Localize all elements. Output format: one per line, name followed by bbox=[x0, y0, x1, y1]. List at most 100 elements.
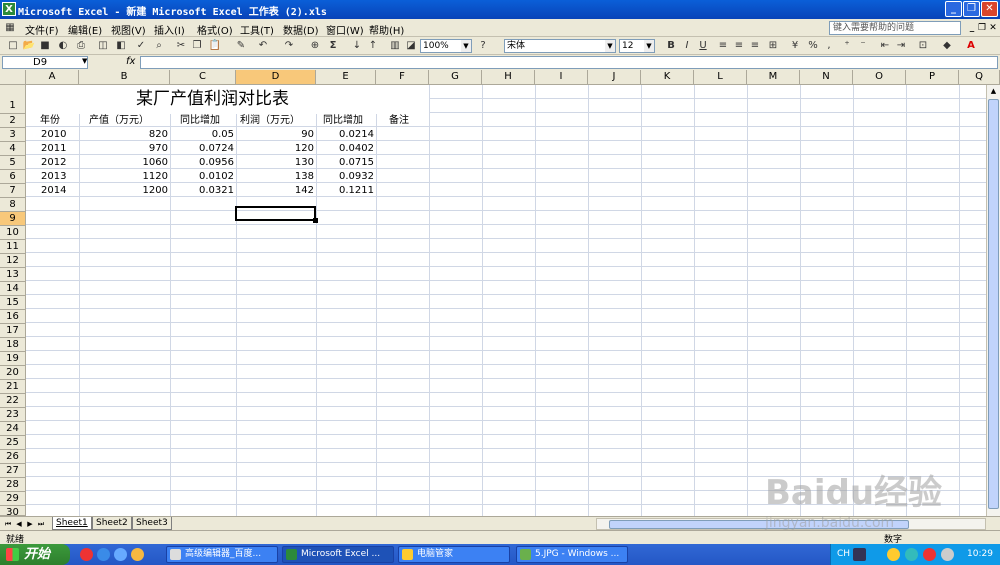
prev-sheet-icon[interactable]: ◀ bbox=[14, 519, 24, 529]
cell-output-growth[interactable]: 0.0321 bbox=[170, 184, 236, 198]
paste-icon[interactable]: 📋 bbox=[208, 39, 222, 53]
open-icon[interactable]: 📂 bbox=[22, 39, 36, 53]
tab-sheet3[interactable]: Sheet3 bbox=[132, 517, 172, 530]
font-select[interactable]: 宋体 ▼ bbox=[504, 39, 616, 53]
header-profit-growth[interactable]: 同比增加 bbox=[323, 114, 363, 128]
name-box[interactable]: D9 bbox=[2, 56, 88, 69]
print-icon[interactable]: ⎙ bbox=[74, 39, 88, 53]
menu-insert[interactable]: 插入(I) bbox=[154, 22, 185, 37]
cell-profit[interactable]: 120 bbox=[236, 142, 316, 156]
sort-desc-icon[interactable]: ↑ bbox=[366, 39, 380, 53]
col-header-i[interactable]: I bbox=[535, 70, 588, 85]
menu-window[interactable]: 窗口(W) bbox=[326, 22, 364, 37]
menu-format[interactable]: 格式(O) bbox=[197, 22, 233, 37]
cell-year[interactable]: 2014 bbox=[41, 184, 66, 198]
row-header-3[interactable]: 3 bbox=[0, 128, 26, 142]
copy-icon[interactable]: ❐ bbox=[190, 39, 204, 53]
menu-edit[interactable]: 编辑(E) bbox=[68, 22, 102, 37]
input-method-icon[interactable] bbox=[853, 548, 866, 561]
col-header-k[interactable]: K bbox=[641, 70, 694, 85]
header-notes[interactable]: 备注 bbox=[389, 114, 409, 128]
doc-restore-button[interactable]: ❐ bbox=[977, 21, 987, 34]
zoom-select[interactable]: 100% ▼ bbox=[420, 39, 472, 53]
network-icon[interactable] bbox=[905, 548, 918, 561]
cell-profit[interactable]: 130 bbox=[236, 156, 316, 170]
cell-output[interactable]: 1120 bbox=[79, 170, 170, 184]
cell-profit-growth[interactable]: 0.1211 bbox=[316, 184, 376, 198]
chart-wizard-icon[interactable]: ▥ bbox=[388, 39, 402, 53]
align-right-icon[interactable]: ≡ bbox=[748, 39, 762, 53]
start-button[interactable]: 开始 bbox=[0, 544, 70, 565]
next-sheet-icon[interactable]: ▶ bbox=[25, 519, 35, 529]
col-header-a[interactable]: A bbox=[26, 70, 79, 85]
font-size-select[interactable]: 12 ▼ bbox=[619, 39, 655, 53]
insert-function-icon[interactable]: fx bbox=[126, 56, 135, 67]
cell-profit-growth[interactable]: 0.0402 bbox=[316, 142, 376, 156]
doc-close-button[interactable]: ✕ bbox=[988, 21, 998, 34]
cell-year[interactable]: 2011 bbox=[41, 142, 66, 156]
task-editor[interactable]: 高级编辑器_百度... bbox=[166, 546, 278, 563]
tab-sheet1[interactable]: Sheet1 bbox=[52, 517, 92, 530]
percent-button[interactable]: % bbox=[806, 39, 820, 53]
autosum-icon[interactable]: Σ bbox=[326, 39, 340, 53]
bold-button[interactable]: B bbox=[664, 39, 678, 53]
cell-output-growth[interactable]: 0.05 bbox=[170, 128, 236, 142]
security-icon[interactable] bbox=[923, 548, 936, 561]
workbook-icon[interactable]: ▦ bbox=[3, 21, 17, 35]
row-header-11[interactable]: 11 bbox=[0, 240, 26, 254]
hyperlink-icon[interactable]: ⊕ bbox=[308, 39, 322, 53]
cell-profit[interactable]: 90 bbox=[236, 128, 316, 142]
borders-icon[interactable]: ⊡ bbox=[916, 39, 930, 53]
row-header-8[interactable]: 8 bbox=[0, 198, 26, 212]
chevron-down-icon[interactable]: ▼ bbox=[82, 57, 87, 65]
horizontal-scroll-thumb[interactable] bbox=[609, 520, 909, 529]
menu-file[interactable]: 文件(F) bbox=[25, 22, 59, 37]
excel-app-icon[interactable]: X bbox=[2, 2, 16, 16]
cell-year[interactable]: 2010 bbox=[41, 128, 66, 142]
col-header-p[interactable]: P bbox=[906, 70, 959, 85]
cell-profit-growth[interactable]: 0.0932 bbox=[316, 170, 376, 184]
row-header-6[interactable]: 6 bbox=[0, 170, 26, 184]
row-header-26[interactable]: 26 bbox=[0, 450, 26, 464]
decrease-indent-icon[interactable]: ⇤ bbox=[878, 39, 892, 53]
vertical-scrollbar[interactable]: ▲ bbox=[986, 85, 1000, 516]
chrome-icon[interactable] bbox=[80, 548, 93, 561]
tab-sheet2[interactable]: Sheet2 bbox=[92, 517, 132, 530]
decrease-decimal-icon[interactable]: ⁻ bbox=[856, 39, 870, 53]
minimize-button[interactable]: _ bbox=[945, 1, 962, 17]
task-image-viewer[interactable]: 5.JPG - Windows ... bbox=[516, 546, 628, 563]
preview-icon[interactable]: ◧ bbox=[114, 39, 128, 53]
cell-output[interactable]: 820 bbox=[79, 128, 170, 142]
cell-profit[interactable]: 142 bbox=[236, 184, 316, 198]
row-header-22[interactable]: 22 bbox=[0, 394, 26, 408]
first-sheet-icon[interactable]: ⏮ bbox=[3, 519, 13, 529]
row-header-9[interactable]: 9 bbox=[0, 212, 26, 226]
increase-indent-icon[interactable]: ⇥ bbox=[894, 39, 908, 53]
col-header-q[interactable]: Q bbox=[959, 70, 1000, 85]
restore-button[interactable]: ❐ bbox=[963, 1, 980, 17]
cell-output-growth[interactable]: 0.0724 bbox=[170, 142, 236, 156]
col-header-o[interactable]: O bbox=[853, 70, 906, 85]
horizontal-scrollbar[interactable] bbox=[596, 518, 986, 530]
research-icon[interactable]: ⌕ bbox=[152, 39, 166, 53]
fill-color-icon[interactable]: ◆ bbox=[940, 39, 954, 53]
spelling-icon[interactable]: ✓ bbox=[134, 39, 148, 53]
row-header-23[interactable]: 23 bbox=[0, 408, 26, 422]
scroll-up-icon[interactable]: ▲ bbox=[988, 86, 999, 97]
close-button[interactable]: ✕ bbox=[981, 1, 998, 17]
cell-year[interactable]: 2012 bbox=[41, 156, 66, 170]
browser-icon[interactable] bbox=[114, 548, 127, 561]
header-year[interactable]: 年份 bbox=[40, 114, 60, 128]
row-header-14[interactable]: 14 bbox=[0, 282, 26, 296]
row-header-19[interactable]: 19 bbox=[0, 352, 26, 366]
print-preview-icon[interactable]: ◫ bbox=[96, 39, 110, 53]
permission-icon[interactable]: ◐ bbox=[56, 39, 70, 53]
row-header-27[interactable]: 27 bbox=[0, 464, 26, 478]
row-header-5[interactable]: 5 bbox=[0, 156, 26, 170]
row-header-2[interactable]: 2 bbox=[0, 114, 26, 128]
redo-icon[interactable]: ↷ bbox=[282, 39, 296, 53]
row-header-1[interactable]: 1 bbox=[0, 85, 26, 114]
row-header-13[interactable]: 13 bbox=[0, 268, 26, 282]
row-header-16[interactable]: 16 bbox=[0, 310, 26, 324]
col-header-h[interactable]: H bbox=[482, 70, 535, 85]
